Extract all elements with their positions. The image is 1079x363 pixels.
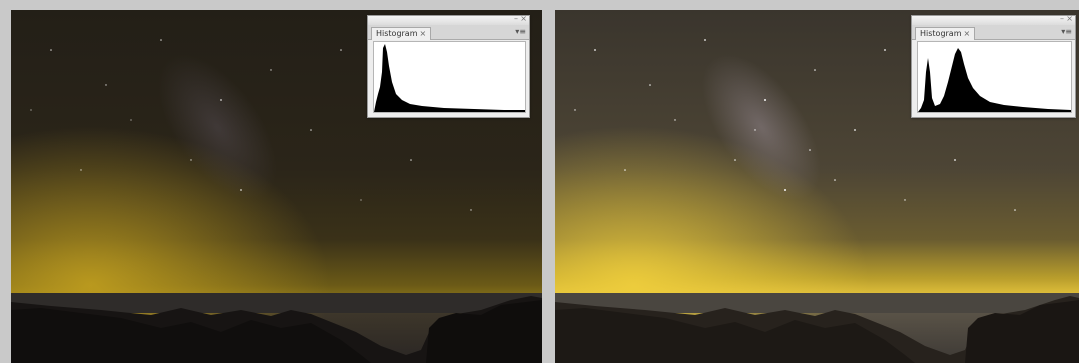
- histogram-graph: [917, 41, 1072, 113]
- tab-histogram[interactable]: Histogram ×: [371, 27, 432, 40]
- histogram-curve: [374, 44, 525, 112]
- tab-close-icon[interactable]: ×: [964, 29, 971, 38]
- tab-label: Histogram: [376, 29, 418, 38]
- histogram-titlebar[interactable]: – ×: [912, 14, 1075, 25]
- panel-menu-icon[interactable]: ▾≡: [515, 27, 526, 37]
- close-icon[interactable]: ×: [520, 14, 527, 24]
- photo-before[interactable]: – × Histogram × ▾≡: [11, 10, 542, 363]
- tab-histogram[interactable]: Histogram ×: [915, 27, 976, 40]
- histogram-panel[interactable]: – × Histogram × ▾≡: [911, 14, 1076, 118]
- histogram-titlebar[interactable]: – ×: [368, 14, 529, 25]
- panel-menu-icon[interactable]: ▾≡: [1061, 27, 1072, 37]
- close-icon[interactable]: ×: [1066, 14, 1073, 24]
- histogram-tab-row: Histogram × ▾≡: [912, 25, 1075, 40]
- photo-after[interactable]: – × Histogram × ▾≡: [555, 10, 1079, 363]
- tab-close-icon[interactable]: ×: [420, 29, 427, 38]
- minimize-icon[interactable]: –: [514, 14, 518, 24]
- histogram-graph: [373, 41, 526, 113]
- histogram-tab-row: Histogram × ▾≡: [368, 25, 529, 40]
- histogram-curve: [918, 48, 1071, 112]
- tab-label: Histogram: [920, 29, 962, 38]
- minimize-icon[interactable]: –: [1060, 14, 1064, 24]
- histogram-panel[interactable]: – × Histogram × ▾≡: [367, 14, 530, 118]
- comparison-workspace: – × Histogram × ▾≡ – × Histogram × ▾≡: [0, 0, 1079, 363]
